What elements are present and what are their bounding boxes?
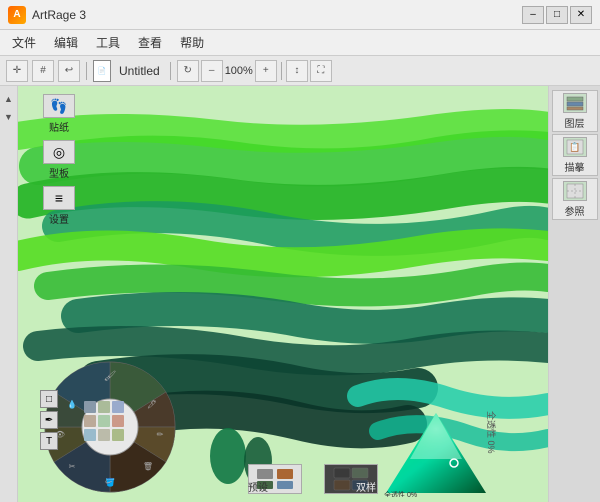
preset-button[interactable]	[248, 464, 302, 494]
toolbar-divider-3	[281, 62, 282, 80]
reference-icon: 📋	[563, 137, 587, 157]
settings-icon: ≡	[43, 186, 75, 210]
select-tool[interactable]: □	[40, 390, 58, 408]
zoom-minus-button[interactable]: –	[201, 60, 223, 82]
color-picker[interactable]: 全透性 0%	[382, 411, 490, 497]
svg-text:🪣: 🪣	[105, 477, 115, 487]
document-title: Untitled	[119, 64, 160, 78]
sidebar-template[interactable]: ◎ 型板	[40, 140, 78, 180]
menu-edit[interactable]: 编辑	[46, 32, 86, 53]
rotate-icon[interactable]: ↻	[177, 60, 199, 82]
template-label: 型板	[49, 165, 69, 180]
settings-label: 设置	[49, 211, 69, 226]
menu-view[interactable]: 查看	[130, 32, 170, 53]
window-controls: – □ ✕	[522, 6, 592, 24]
zoom-controls: ↻ – 100% + ↕ ⛶	[177, 60, 332, 82]
app-title: ArtRage 3	[32, 8, 86, 22]
text-tool[interactable]: T	[40, 432, 58, 450]
svg-text:💧: 💧	[67, 399, 77, 409]
close-button[interactable]: ✕	[570, 6, 592, 24]
svg-text:🖌: 🖌	[104, 370, 117, 382]
sticker-icon: 👣	[43, 94, 75, 118]
opacity-text: 全透性 0%	[384, 490, 417, 497]
eyedropper-tool[interactable]: ✒	[40, 411, 58, 429]
scroll-down-icon[interactable]: ▼	[2, 110, 16, 124]
right-panel: 图层 📋 描摹 参照	[548, 86, 600, 502]
zoom-level: 100%	[225, 65, 253, 77]
reference-button[interactable]: 📋 描摹	[552, 134, 598, 176]
toolbar: ✛ # ↩ 📄 Untitled ↻ – 100% + ↕ ⛶	[0, 56, 600, 86]
sidebar-sticker[interactable]: 👣 贴纸	[40, 94, 78, 134]
scroll-up-icon[interactable]: ▲	[2, 92, 16, 106]
app-icon: A	[8, 6, 26, 24]
guide-label: 参照	[565, 203, 585, 218]
opacity-label: 全透性 0%	[486, 411, 499, 454]
zoom-plus-button[interactable]: +	[255, 60, 277, 82]
left-edge-panel: ▲ ▼	[0, 86, 18, 502]
minimize-button[interactable]: –	[522, 6, 544, 24]
svg-text:📋: 📋	[569, 141, 580, 152]
document-icon: 📄	[93, 60, 111, 82]
main-area: ▲ ▼	[0, 86, 600, 502]
maximize-button[interactable]: □	[546, 6, 568, 24]
undo-button[interactable]: ↩	[58, 60, 80, 82]
menu-tools[interactable]: 工具	[88, 32, 128, 53]
sticker-label: 贴纸	[49, 119, 69, 134]
svg-text:🗑: 🗑	[143, 462, 153, 471]
svg-text:✂: ✂	[69, 462, 76, 471]
sidebar-settings[interactable]: ≡ 设置	[40, 186, 78, 226]
tool-wheel[interactable]: 🖌 🖊 ✏ 🗑 🪣 ✂ 👁 💧	[40, 357, 180, 497]
move-tool-button[interactable]: ✛	[6, 60, 28, 82]
layers-label: 图层	[565, 115, 585, 130]
toolbar-divider	[86, 62, 87, 80]
left-sidebar: 👣 贴纸 ◎ 型板 ≡ 设置	[40, 94, 78, 226]
toolbar-divider-2	[170, 62, 171, 80]
layers-icon	[563, 93, 587, 113]
svg-text:🖊: 🖊	[147, 400, 157, 409]
menu-file[interactable]: 文件	[4, 32, 44, 53]
title-bar: A ArtRage 3 – □ ✕	[0, 0, 600, 30]
svg-text:全透性 0%: 全透性 0%	[384, 490, 417, 497]
menu-bar: 文件 编辑 工具 查看 帮助	[0, 30, 600, 56]
guide-icon	[563, 181, 587, 201]
sampler-button[interactable]	[324, 464, 378, 494]
canvas-area[interactable]: 👣 贴纸 ◎ 型板 ≡ 设置 50%	[18, 86, 548, 502]
guide-button[interactable]: 参照	[552, 178, 598, 220]
layers-button[interactable]: 图层	[552, 90, 598, 132]
menu-help[interactable]: 帮助	[172, 32, 212, 53]
grid-button[interactable]: #	[32, 60, 54, 82]
fullscreen-button[interactable]: ⛶	[310, 60, 332, 82]
template-icon: ◎	[43, 140, 75, 164]
reference-label: 描摹	[565, 159, 585, 174]
fit-button[interactable]: ↕	[286, 60, 308, 82]
svg-text:✏: ✏	[157, 430, 164, 439]
quick-tools: □ ✒ T	[40, 390, 58, 450]
